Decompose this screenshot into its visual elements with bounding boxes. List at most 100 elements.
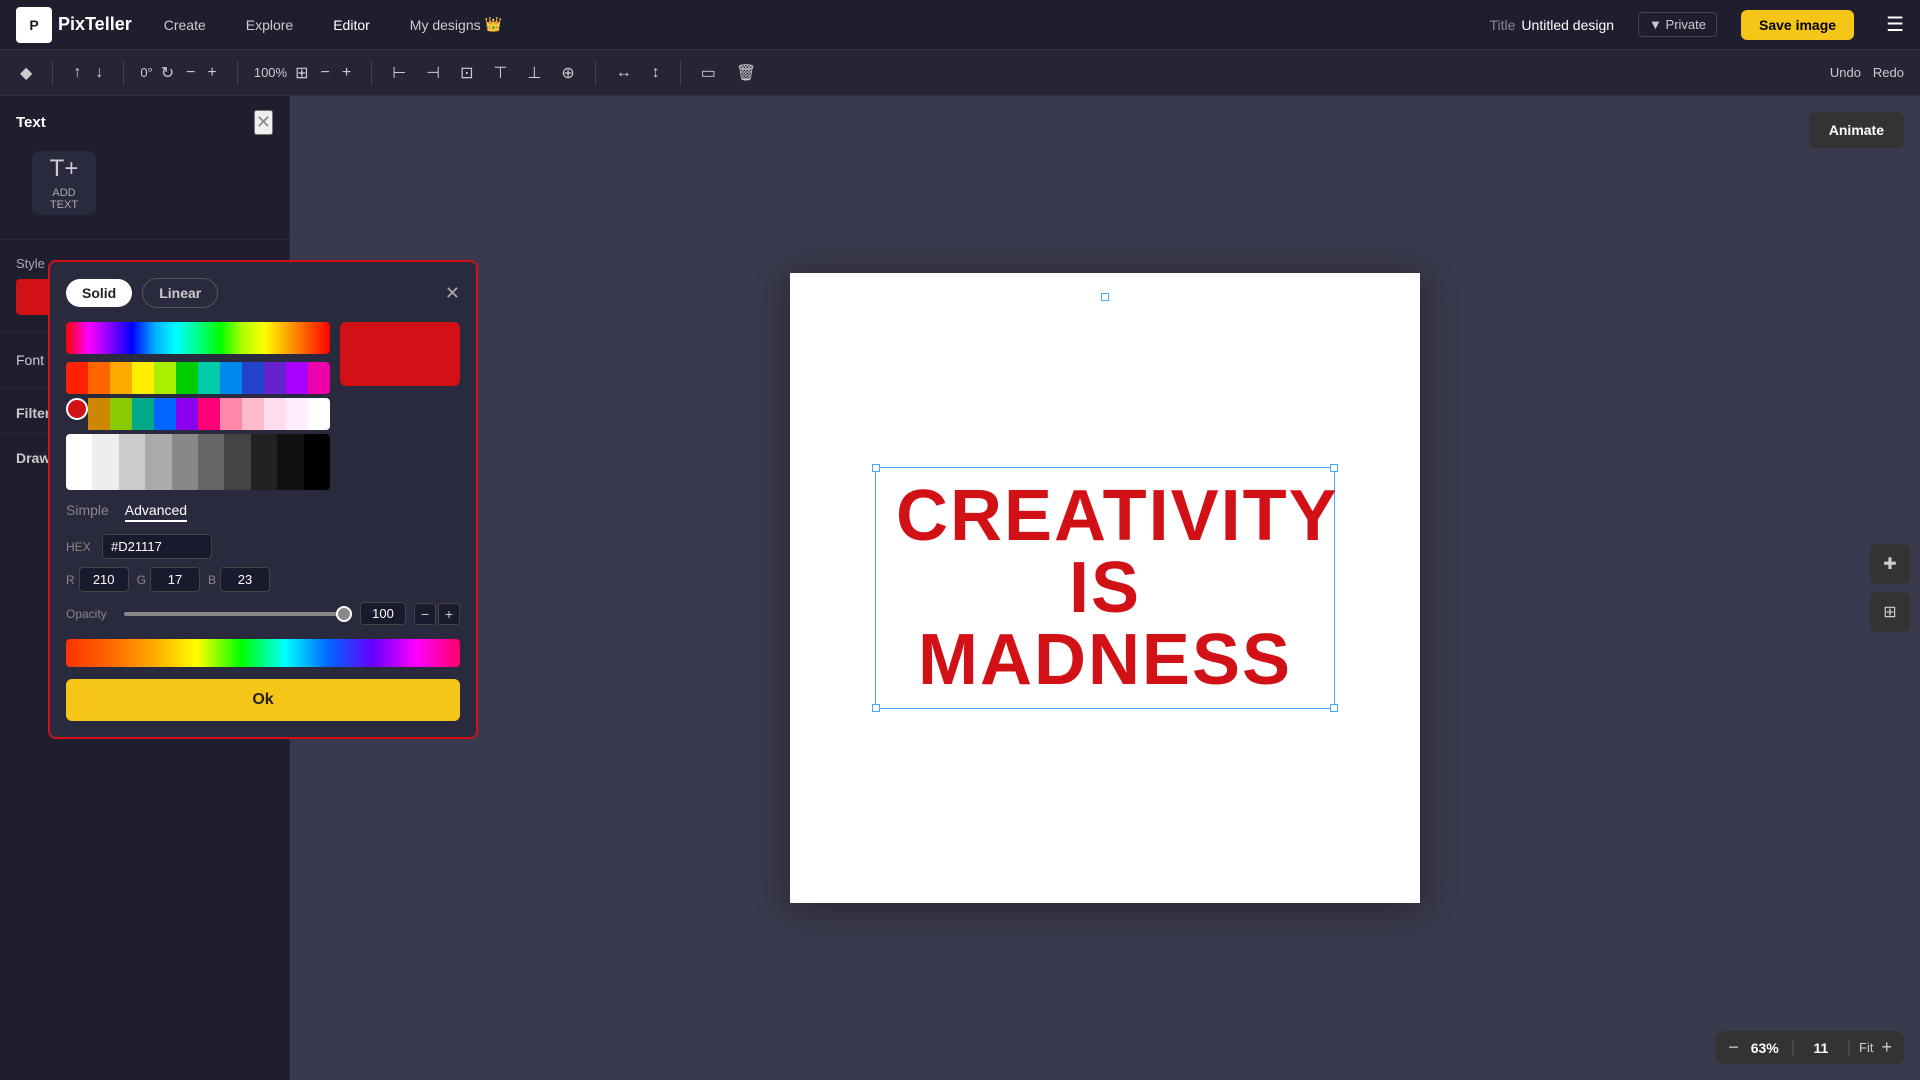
- align-center-icon[interactable]: ⊣: [422, 59, 444, 87]
- opacity-slider[interactable]: [124, 612, 352, 616]
- swatch-sel-9[interactable]: [242, 398, 264, 430]
- hex-input[interactable]: [102, 534, 212, 559]
- g-input[interactable]: [150, 567, 200, 592]
- r-input[interactable]: [79, 567, 129, 592]
- tab-solid-button[interactable]: Solid: [66, 279, 132, 307]
- gray-4[interactable]: [145, 434, 171, 490]
- align-mid-icon[interactable]: ⊥: [523, 59, 545, 87]
- title-value[interactable]: Untitled design: [1521, 17, 1614, 33]
- move-up-icon[interactable]: ↑: [69, 60, 85, 86]
- panel-close-button[interactable]: ✕: [254, 110, 273, 135]
- gray-7[interactable]: [224, 434, 250, 490]
- handle-tr[interactable]: [1330, 464, 1338, 472]
- zoom-in-button[interactable]: +: [1881, 1037, 1892, 1058]
- style-color-preview[interactable]: [16, 279, 52, 315]
- swatch-yellow[interactable]: [132, 362, 154, 394]
- rotate-icon[interactable]: ↻: [157, 59, 178, 87]
- tab-linear-button[interactable]: Linear: [142, 278, 218, 308]
- swatch-yellow-green[interactable]: [154, 362, 176, 394]
- add-text-button[interactable]: T+ ADDTEXT: [32, 151, 96, 215]
- mode-advanced-tab[interactable]: Advanced: [125, 502, 187, 522]
- flip-h-icon[interactable]: ↔: [612, 60, 636, 86]
- zoom-fit-button[interactable]: Fit: [1859, 1040, 1873, 1055]
- swatch-sel-12[interactable]: [308, 398, 330, 430]
- color-preview-box: [340, 322, 460, 386]
- handle-br[interactable]: [1330, 704, 1338, 712]
- undo-button[interactable]: Undo: [1830, 65, 1861, 80]
- swatch-sel-8[interactable]: [220, 398, 242, 430]
- opacity-row: Opacity − +: [66, 602, 460, 625]
- swatch-sel-7[interactable]: [198, 398, 220, 430]
- gray-9[interactable]: [277, 434, 303, 490]
- swatch-sel-2[interactable]: [88, 398, 110, 430]
- picker-close-button[interactable]: ✕: [445, 283, 460, 304]
- nav-editor[interactable]: Editor: [325, 13, 378, 37]
- redo-button[interactable]: Redo: [1873, 65, 1904, 80]
- swatch-pink[interactable]: [308, 362, 330, 394]
- opacity-plus-button[interactable]: +: [438, 603, 460, 625]
- nav-create[interactable]: Create: [156, 13, 214, 37]
- gray-2[interactable]: [92, 434, 118, 490]
- gray-1[interactable]: [66, 434, 92, 490]
- zoom-minus-icon[interactable]: −: [317, 60, 334, 86]
- swatch-yellow-orange[interactable]: [110, 362, 132, 394]
- zoom-out-button[interactable]: −: [1728, 1037, 1739, 1058]
- bottom-color-strip[interactable]: [66, 639, 460, 667]
- frame-icon[interactable]: ▭: [697, 59, 720, 87]
- align-bot-icon[interactable]: ⊕: [557, 59, 578, 87]
- logo[interactable]: P PixTeller: [16, 7, 132, 43]
- zoom-plus-icon[interactable]: +: [338, 60, 355, 86]
- mode-simple-tab[interactable]: Simple: [66, 502, 109, 522]
- handle-bl[interactable]: [872, 704, 880, 712]
- swatch-sel-5[interactable]: [154, 398, 176, 430]
- top-center-handle[interactable]: [1101, 293, 1109, 301]
- swatch-sel-6[interactable]: [176, 398, 198, 430]
- gray-8[interactable]: [251, 434, 277, 490]
- swatch-sel-1[interactable]: [66, 398, 88, 420]
- nav-explore[interactable]: Explore: [238, 13, 301, 37]
- layers-button[interactable]: ⊞: [1870, 592, 1910, 632]
- zoom-bar: − 63% | 11 | Fit +: [1716, 1031, 1904, 1064]
- mode-tabs: Simple Advanced: [66, 502, 460, 522]
- swatch-sel-10[interactable]: [264, 398, 286, 430]
- swatch-violet[interactable]: [286, 362, 308, 394]
- handle-tl[interactable]: [872, 464, 880, 472]
- add-element-button[interactable]: ✚: [1870, 544, 1910, 584]
- gray-5[interactable]: [172, 434, 198, 490]
- delete-icon[interactable]: 🗑: [732, 59, 760, 87]
- swatch-green[interactable]: [176, 362, 198, 394]
- swatch-blue[interactable]: [220, 362, 242, 394]
- swatch-sel-4[interactable]: [132, 398, 154, 430]
- menu-icon[interactable]: ☰: [1886, 12, 1904, 37]
- opacity-minus-button[interactable]: −: [414, 603, 436, 625]
- rotate-minus-icon[interactable]: −: [182, 60, 199, 86]
- animate-button[interactable]: Animate: [1809, 112, 1904, 148]
- swatch-sel-11[interactable]: [286, 398, 308, 430]
- b-input[interactable]: [220, 567, 270, 592]
- align-top-icon[interactable]: ⊤: [489, 59, 511, 87]
- swatch-red[interactable]: [66, 362, 88, 394]
- gray-10[interactable]: [304, 434, 330, 490]
- gradient-bar-1[interactable]: [66, 322, 330, 354]
- swatch-orange[interactable]: [88, 362, 110, 394]
- opacity-value[interactable]: [360, 602, 406, 625]
- move-down-icon[interactable]: ↓: [91, 60, 107, 86]
- shape-icon[interactable]: ◆: [16, 59, 36, 87]
- gray-3[interactable]: [119, 434, 145, 490]
- ok-button[interactable]: Ok: [66, 679, 460, 721]
- swatch-sel-3[interactable]: [110, 398, 132, 430]
- text-element-selected[interactable]: CREATIVITY IS MADNESS: [875, 467, 1335, 709]
- flip-v-icon[interactable]: ↕: [648, 60, 664, 86]
- nav-mydesigns[interactable]: My designs 👑: [402, 12, 510, 37]
- gray-6[interactable]: [198, 434, 224, 490]
- private-button[interactable]: ▼ Private: [1638, 12, 1717, 37]
- save-button[interactable]: Save image: [1741, 10, 1854, 40]
- align-right-icon[interactable]: ⊡: [456, 59, 477, 87]
- swatch-teal[interactable]: [198, 362, 220, 394]
- swatch-blue2[interactable]: [242, 362, 264, 394]
- align-left-icon[interactable]: ⊢: [388, 59, 410, 87]
- canvas-background[interactable]: CREATIVITY IS MADNESS: [790, 273, 1420, 903]
- swatch-purple[interactable]: [264, 362, 286, 394]
- grid-icon[interactable]: ⊞: [291, 59, 312, 87]
- rotate-plus-icon[interactable]: +: [204, 60, 221, 86]
